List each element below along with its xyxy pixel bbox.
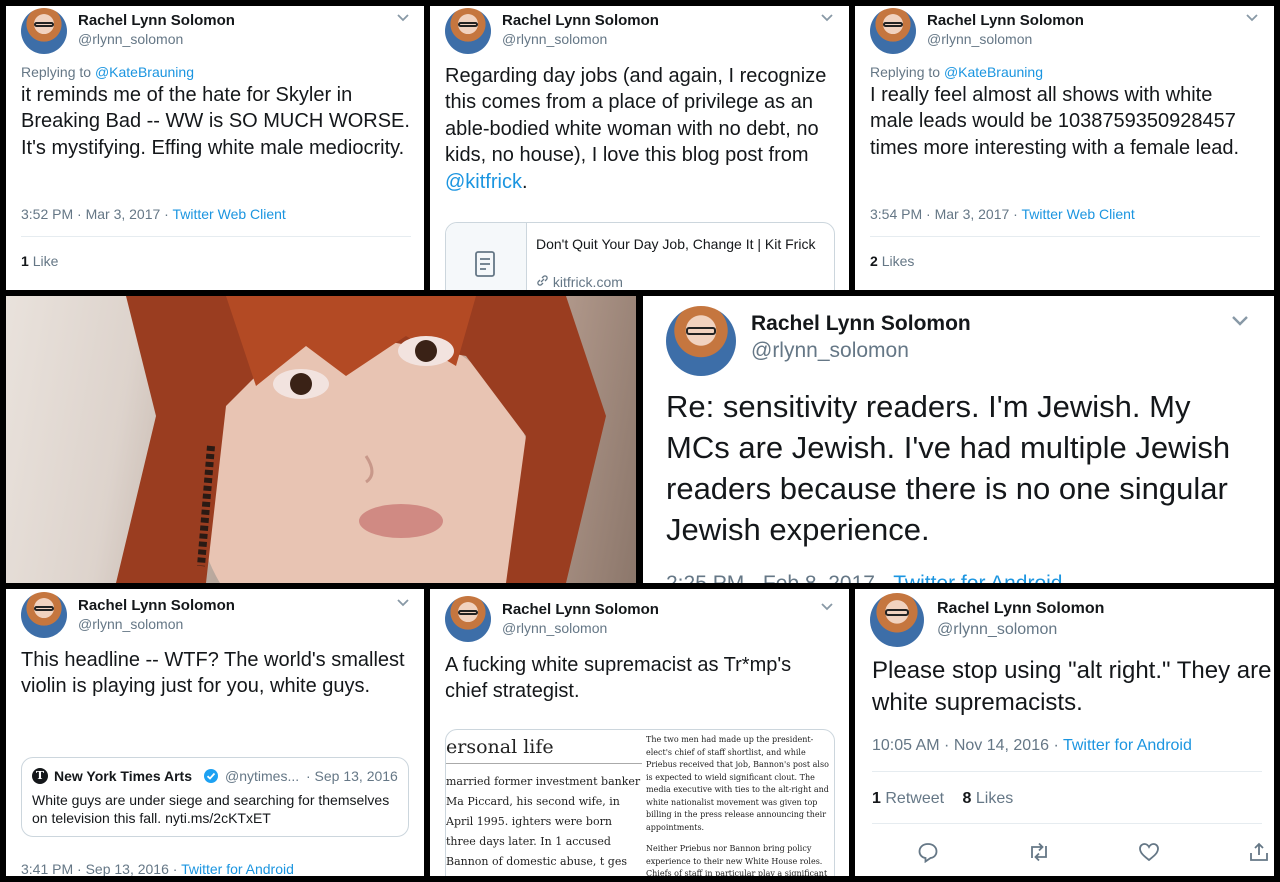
- tweet-text: Please stop using "alt right." They are …: [872, 657, 1272, 716]
- tweet-panel-3: Rachel Lynn Solomon @rlynn_solomon Reply…: [855, 6, 1274, 290]
- tweet-text: it reminds me of the hate for Skyler in …: [21, 84, 410, 159]
- tweet-timestamp: 3:54 PM · Mar 3, 2017 · Twitter Web Clie…: [870, 206, 1135, 222]
- author-handle[interactable]: @rlynn_solomon: [927, 31, 1032, 47]
- quote-author-name: New York Times Arts: [54, 768, 192, 784]
- reply-mention-link[interactable]: @KateBrauning: [944, 64, 1043, 80]
- author-handle[interactable]: @rlynn_solomon: [78, 31, 183, 47]
- article-screenshot[interactable]: ersonal life married former investment b…: [445, 729, 835, 876]
- tweet-text: Re: sensitivity readers. I'm Jewish. My …: [666, 389, 1231, 547]
- tweet-text: A fucking white supremacist as Tr*mp's c…: [445, 654, 792, 703]
- tweet-panel-5: Rachel Lynn Solomon @rlynn_solomon This …: [6, 589, 424, 876]
- chevron-down-icon[interactable]: [820, 10, 834, 28]
- tweet-text: This headline -- WTF? The world's smalle…: [21, 649, 405, 698]
- tweet-panel-7: Rachel Lynn Solomon @rlynn_solomon Pleas…: [855, 589, 1274, 876]
- card-domain: kitfrick.com: [536, 274, 623, 290]
- avatar[interactable]: [870, 8, 916, 54]
- tweet-timestamp: 3:41 PM · Sep 13, 2016 · Twitter for And…: [21, 861, 294, 876]
- client-link[interactable]: Twitter Web Client: [172, 206, 285, 222]
- chevron-down-icon[interactable]: [820, 599, 834, 617]
- article-right-column-2: Neither Priebus nor Bannon bring policy …: [646, 844, 828, 876]
- divider: [870, 236, 1260, 237]
- tweet-panel-2: Rachel Lynn Solomon @rlynn_solomon Regar…: [430, 6, 849, 290]
- tweet-timestamp: 2:25 PM · Feb 8, 2017 · Twitter for Andr…: [666, 572, 1063, 583]
- avatar[interactable]: [666, 306, 736, 376]
- verified-badge-icon: [203, 768, 219, 789]
- client-link[interactable]: Twitter for Android: [1063, 737, 1192, 754]
- author-name[interactable]: Rachel Lynn Solomon: [502, 601, 659, 618]
- chevron-down-icon[interactable]: [1245, 10, 1259, 28]
- client-link[interactable]: Twitter Web Client: [1021, 206, 1134, 222]
- quote-date: · Sep 13, 2016: [306, 768, 398, 784]
- author-name[interactable]: Rachel Lynn Solomon: [78, 12, 235, 29]
- tweet-timestamp: 10:05 AM · Nov 14, 2016 · Twitter for An…: [872, 737, 1192, 754]
- chevron-down-icon[interactable]: [396, 10, 410, 28]
- author-name[interactable]: Rachel Lynn Solomon: [927, 12, 1084, 29]
- likes-count[interactable]: 2 Likes: [870, 253, 914, 269]
- reply-mention-link[interactable]: @KateBrauning: [95, 64, 194, 80]
- document-icon: [472, 249, 500, 284]
- share-icon[interactable]: [1248, 841, 1270, 868]
- avatar[interactable]: [870, 593, 924, 647]
- author-handle[interactable]: @rlynn_solomon: [751, 339, 909, 363]
- quote-handle: @nytimes...: [225, 768, 300, 784]
- card-thumbnail: [446, 223, 527, 290]
- article-heading: ersonal life: [446, 736, 554, 758]
- link-card[interactable]: Don't Quit Your Day Job, Change It | Kit…: [445, 222, 835, 290]
- tweet-text: Regarding day jobs (and again, I recogni…: [445, 65, 827, 193]
- divider: [872, 823, 1262, 824]
- tweet-panel-1: Rachel Lynn Solomon @rlynn_solomon Reply…: [6, 6, 424, 290]
- heart-icon[interactable]: [1138, 841, 1160, 868]
- card-title: Don't Quit Your Day Job, Change It | Kit…: [536, 236, 816, 252]
- author-handle[interactable]: @rlynn_solomon: [502, 620, 607, 636]
- article-left-column: married former investment banker Ma Picc…: [446, 775, 641, 876]
- author-name[interactable]: Rachel Lynn Solomon: [78, 597, 235, 614]
- mention-link[interactable]: @kitfrick: [445, 171, 522, 193]
- avatar[interactable]: [445, 8, 491, 54]
- divider: [872, 771, 1262, 772]
- link-icon: [536, 274, 553, 290]
- author-name[interactable]: Rachel Lynn Solomon: [502, 12, 659, 29]
- author-handle[interactable]: @rlynn_solomon: [937, 621, 1057, 639]
- nyt-logo-icon: T: [32, 768, 48, 784]
- portrait-illustration: [116, 296, 606, 583]
- reply-icon[interactable]: [917, 841, 939, 868]
- divider: [21, 236, 411, 237]
- author-name[interactable]: Rachel Lynn Solomon: [751, 312, 971, 336]
- replying-to: Replying to @KateBrauning: [21, 64, 194, 80]
- author-handle[interactable]: @rlynn_solomon: [78, 616, 183, 632]
- likes-count[interactable]: 8 Likes: [963, 790, 1014, 807]
- article-right-column-1: The two men had made up the president-el…: [646, 735, 829, 832]
- tweet-panel-6: Rachel Lynn Solomon @rlynn_solomon A fuc…: [430, 589, 849, 876]
- avatar[interactable]: [21, 592, 67, 638]
- replying-to: Replying to @KateBrauning: [870, 64, 1043, 80]
- tweet-text: I really feel almost all shows with whit…: [870, 84, 1240, 159]
- likes-count[interactable]: 1 Like: [21, 253, 58, 269]
- tweet-panel-4: Rachel Lynn Solomon @rlynn_solomon Re: s…: [643, 296, 1274, 583]
- article-heading-rule: [446, 763, 642, 764]
- retweets-count[interactable]: 1 Retweet: [872, 790, 944, 807]
- engagement-stats: 1 Retweet 8 Likes: [872, 790, 1013, 808]
- portrait-photo: [6, 296, 636, 583]
- client-link[interactable]: Twitter for Android: [181, 861, 294, 876]
- chevron-down-icon[interactable]: [396, 595, 410, 613]
- avatar[interactable]: [21, 8, 67, 54]
- quote-text: White guys are under siege and searching…: [32, 792, 390, 826]
- author-name[interactable]: Rachel Lynn Solomon: [937, 600, 1104, 618]
- chevron-down-icon[interactable]: [1230, 314, 1250, 333]
- author-handle[interactable]: @rlynn_solomon: [502, 31, 607, 47]
- quoted-tweet[interactable]: T New York Times Arts @nytimes... · Sep …: [21, 757, 409, 837]
- avatar[interactable]: [445, 596, 491, 642]
- retweet-icon[interactable]: [1027, 841, 1051, 868]
- tweet-timestamp: 3:52 PM · Mar 3, 2017 · Twitter Web Clie…: [21, 206, 286, 222]
- client-link[interactable]: Twitter for Android: [893, 572, 1062, 583]
